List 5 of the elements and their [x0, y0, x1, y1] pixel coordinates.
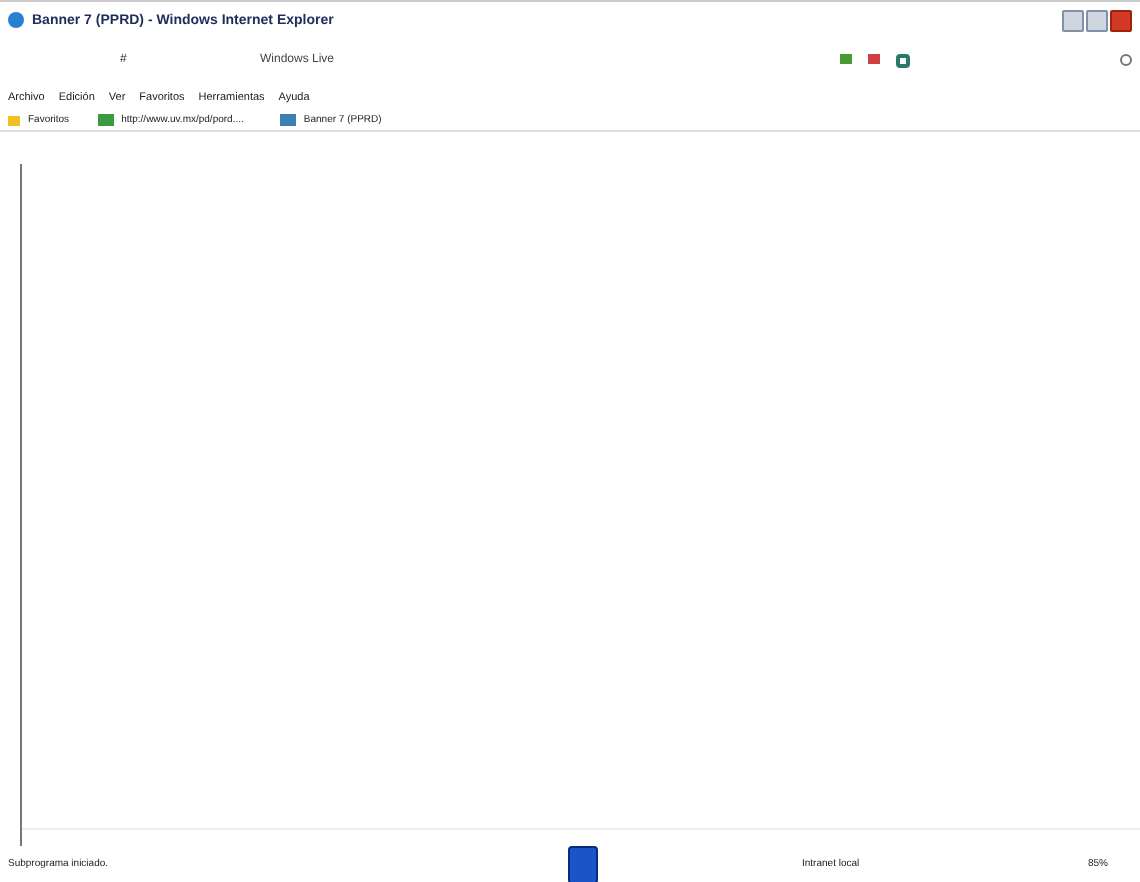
close-button[interactable]: [1110, 9, 1132, 31]
applet-icon: [568, 845, 598, 882]
browser-icon: [8, 12, 24, 28]
minimize-button[interactable]: [1062, 9, 1084, 31]
restore-button[interactable]: [1086, 9, 1108, 31]
